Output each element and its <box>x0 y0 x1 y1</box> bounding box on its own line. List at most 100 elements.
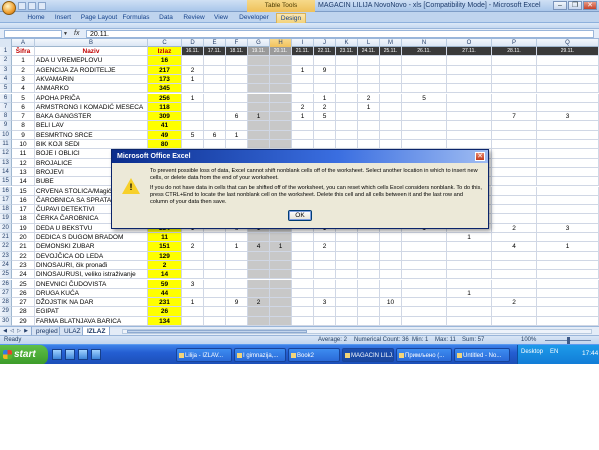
cell-h[interactable] <box>270 140 292 150</box>
start-button[interactable]: start <box>0 345 48 364</box>
row-header[interactable]: 27 <box>0 288 12 299</box>
cell-q[interactable] <box>537 233 599 243</box>
cell-g[interactable]: 1 <box>248 112 270 122</box>
cell-q[interactable] <box>537 214 599 224</box>
cell-a[interactable]: 22 <box>12 251 35 261</box>
cell-i[interactable] <box>292 233 314 243</box>
cell-k[interactable] <box>336 307 358 317</box>
cell-p[interactable] <box>492 65 537 75</box>
cell-l[interactable] <box>358 251 380 261</box>
cell-i[interactable] <box>292 251 314 261</box>
cell-a[interactable]: 21 <box>12 242 35 252</box>
cell-f[interactable] <box>226 270 248 280</box>
cell-g[interactable] <box>248 279 270 289</box>
cell-m[interactable] <box>380 130 402 140</box>
cell-j[interactable] <box>314 56 336 66</box>
cell-p[interactable] <box>492 84 537 94</box>
cell-d[interactable]: 2 <box>182 242 204 252</box>
cell-a[interactable]: 6 <box>12 102 35 113</box>
tab-design[interactable]: Design <box>276 13 306 23</box>
cell-i[interactable] <box>292 140 314 150</box>
cell-m[interactable] <box>380 102 402 113</box>
cell-q[interactable] <box>537 195 599 206</box>
cell-e[interactable] <box>204 93 226 103</box>
select-all-corner[interactable] <box>0 39 12 47</box>
cell-m[interactable] <box>380 260 402 271</box>
cell-j[interactable] <box>314 233 336 243</box>
cell-i[interactable]: 1 <box>292 65 314 75</box>
column-header-m[interactable]: M <box>380 39 402 47</box>
cell-m[interactable] <box>380 307 402 317</box>
cell-c[interactable]: 151 <box>148 242 182 252</box>
cell-e[interactable]: 6 <box>204 130 226 140</box>
cell-d[interactable]: 1 <box>182 93 204 103</box>
cell-g[interactable] <box>248 288 270 299</box>
cell-p[interactable] <box>492 195 537 206</box>
row-header[interactable]: 2 <box>0 56 12 66</box>
row-header[interactable]: 4 <box>0 74 12 85</box>
cell-k[interactable] <box>336 121 358 131</box>
cell-b[interactable]: DRUGA KUĆA <box>35 288 148 299</box>
cell-f[interactable] <box>226 140 248 150</box>
cell-i[interactable] <box>292 288 314 299</box>
cell-p[interactable] <box>492 130 537 140</box>
language-indicator[interactable]: EN <box>550 349 558 355</box>
cell-a[interactable]: 26 <box>12 288 35 299</box>
header-cell-p[interactable]: 28.11. <box>492 47 537 57</box>
cell-n[interactable] <box>402 65 447 75</box>
cell-j[interactable] <box>314 140 336 150</box>
cell-h[interactable] <box>270 102 292 113</box>
cell-j[interactable]: 9 <box>314 65 336 75</box>
cell-i[interactable] <box>292 130 314 140</box>
row-header[interactable]: 18 <box>0 205 12 215</box>
cell-h[interactable]: 1 <box>270 242 292 252</box>
cell-l[interactable] <box>358 56 380 66</box>
cell-m[interactable] <box>380 93 402 103</box>
cell-a[interactable]: 29 <box>12 316 35 326</box>
browser-icon[interactable] <box>52 349 62 360</box>
row-header[interactable]: 1 <box>0 47 12 57</box>
cell-o[interactable] <box>447 251 492 261</box>
cell-j[interactable]: 2 <box>314 102 336 113</box>
cell-l[interactable] <box>358 130 380 140</box>
cell-c[interactable]: 231 <box>148 298 182 308</box>
restore-button[interactable]: ❐ <box>568 1 582 10</box>
cell-n[interactable] <box>402 112 447 122</box>
cell-a[interactable]: 28 <box>12 307 35 317</box>
cell-q[interactable] <box>537 177 599 187</box>
folder-icon[interactable] <box>91 349 101 360</box>
cell-k[interactable] <box>336 93 358 103</box>
cell-i[interactable] <box>292 93 314 103</box>
cell-p[interactable] <box>492 167 537 178</box>
header-cell-f[interactable]: 18.11. <box>226 47 248 57</box>
cell-a[interactable]: 16 <box>12 195 35 206</box>
tab-insert[interactable]: Insert <box>52 13 74 23</box>
cell-m[interactable] <box>380 74 402 85</box>
row-header[interactable]: 5 <box>0 84 12 94</box>
cell-n[interactable] <box>402 121 447 131</box>
cell-q[interactable] <box>537 121 599 131</box>
row-header[interactable]: 25 <box>0 270 12 280</box>
cell-d[interactable] <box>182 84 204 94</box>
column-header-n[interactable]: N <box>402 39 447 47</box>
column-header-d[interactable]: D <box>182 39 204 47</box>
cell-m[interactable] <box>380 288 402 299</box>
cell-o[interactable] <box>447 65 492 75</box>
header-cell-a[interactable]: Šifra <box>12 47 35 57</box>
tab-home[interactable]: Home <box>24 13 48 23</box>
cell-l[interactable] <box>358 316 380 326</box>
cell-p[interactable] <box>492 186 537 196</box>
cell-b[interactable]: BAKA GANGSTER <box>35 112 148 122</box>
horizontal-scrollbar[interactable] <box>122 329 592 334</box>
cell-o[interactable] <box>447 93 492 103</box>
cell-p[interactable] <box>492 279 537 289</box>
cell-g[interactable] <box>248 140 270 150</box>
cell-q[interactable] <box>537 84 599 94</box>
cell-b[interactable]: DNEVNICI ČUDOVISTA <box>35 279 148 289</box>
cell-c[interactable]: 173 <box>148 74 182 85</box>
cell-l[interactable]: 1 <box>358 102 380 113</box>
cell-a[interactable]: 5 <box>12 93 35 103</box>
task-button-active[interactable]: MAGACIN LILJ... <box>342 348 394 362</box>
cell-p[interactable] <box>492 177 537 187</box>
cell-g[interactable] <box>248 74 270 85</box>
